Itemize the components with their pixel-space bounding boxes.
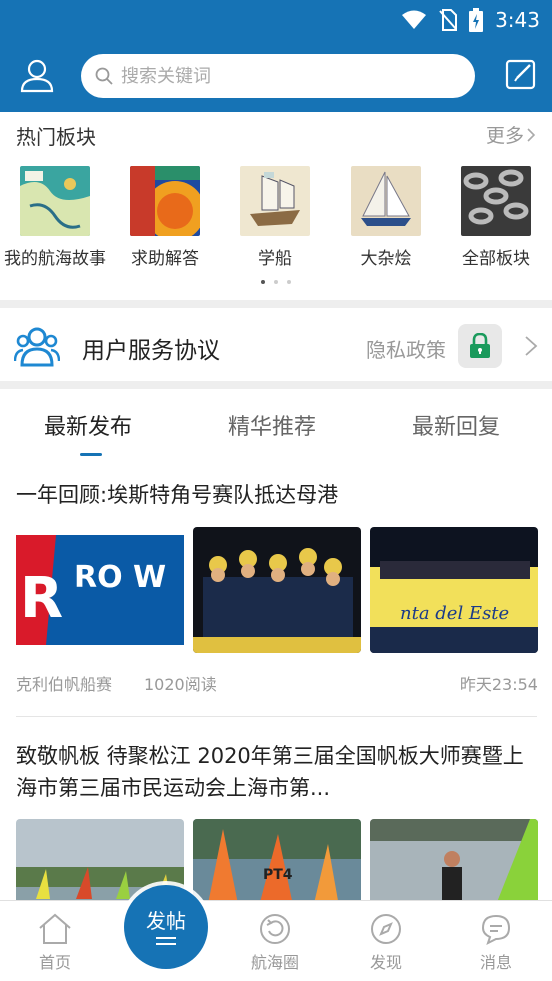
image-text: PT4	[263, 867, 293, 883]
status-time: 3:43	[495, 8, 540, 32]
user-profile-icon[interactable]	[19, 57, 55, 93]
search-input[interactable]	[121, 65, 421, 87]
post-image[interactable]: nta del Este	[370, 527, 538, 653]
tab-latest-replies[interactable]: 最新回复	[412, 409, 500, 441]
board-help-answers[interactable]: 求助解答	[110, 166, 220, 269]
svg-text:R: R	[20, 566, 63, 631]
board-learn-boat[interactable]: 学船	[220, 166, 330, 269]
board-thumbnail-map	[20, 166, 90, 236]
hot-boards-header: 热门板块 更多	[0, 112, 552, 156]
board-my-sailing-story[interactable]: 我的航海故事	[0, 166, 110, 269]
board-label: 学船	[258, 249, 292, 269]
edit-icon[interactable]	[505, 58, 537, 90]
post-title[interactable]: 一年回顾:埃斯特角号赛队抵达母港	[16, 479, 541, 511]
menu-lines-icon	[156, 937, 176, 949]
board-thumbnail-painting	[130, 166, 200, 236]
nav-circle-label: 航海圈	[250, 953, 299, 972]
board-thumbnail-sailboat	[351, 166, 421, 236]
page-dot	[287, 280, 291, 284]
active-tab-indicator	[80, 453, 102, 456]
post-image[interactable]: RO W R	[16, 527, 184, 653]
more-label: 更多	[485, 125, 524, 147]
new-post-button[interactable]: 发帖	[124, 885, 208, 969]
board-label: 求助解答	[131, 249, 199, 269]
board-all[interactable]: 全部板块	[441, 166, 551, 269]
section-divider	[0, 300, 552, 308]
refresh-circle-icon	[260, 914, 290, 944]
image-text: RO W	[74, 560, 166, 595]
search-box[interactable]	[81, 54, 475, 98]
wifi-icon	[402, 10, 427, 29]
more-link[interactable]: 更多	[486, 121, 536, 148]
chat-bubble-icon	[481, 914, 511, 945]
home-icon	[39, 913, 71, 944]
tab-featured[interactable]: 精华推荐	[228, 409, 316, 441]
board-label: 我的航海故事	[4, 249, 106, 269]
page-dot	[274, 280, 278, 284]
top-header: 3:43	[0, 0, 552, 112]
post-time: 昨天23:54	[459, 675, 538, 694]
lock-icon	[458, 324, 502, 368]
status-bar: 3:43	[401, 6, 540, 34]
bottom-navigation: 首页 航海圈 发现 消息	[0, 900, 552, 981]
nav-home[interactable]: 首页	[20, 913, 90, 973]
post-read-count: 1020阅读	[144, 675, 217, 694]
tab-latest[interactable]: 最新发布	[44, 409, 132, 441]
nav-messages-label: 消息	[479, 953, 512, 972]
page-dot-active	[261, 280, 265, 284]
nav-home-label: 首页	[38, 953, 71, 972]
no-sim-icon	[439, 9, 458, 31]
agreement-row[interactable]: 用户服务协议 隐私政策	[0, 309, 552, 383]
nav-discover-label: 发现	[369, 953, 402, 972]
app-screen: 3:43 热门板块 更多	[0, 0, 552, 981]
users-icon	[14, 327, 60, 367]
feed-tabs: 最新发布 精华推荐 最新回复	[0, 389, 552, 457]
battery-charging-icon	[469, 8, 484, 32]
post-image[interactable]	[193, 527, 361, 653]
board-miscellany[interactable]: 大杂烩	[331, 166, 441, 269]
board-label: 全部板块	[462, 249, 530, 269]
privacy-policy-link[interactable]: 隐私政策	[366, 334, 446, 363]
search-header	[0, 52, 552, 100]
carousel-page-indicator	[0, 280, 552, 284]
board-thumbnail-ship	[240, 166, 310, 236]
post-separator	[16, 716, 537, 717]
nav-circle[interactable]: 航海圈	[240, 913, 310, 973]
image-text: nta del Este	[400, 603, 509, 624]
post-meta: 克利伯帆船赛 1020阅读 昨天23:54	[16, 671, 538, 695]
nav-discover[interactable]: 发现	[351, 913, 421, 973]
compass-icon	[371, 914, 401, 944]
board-carousel: 我的航海故事 求助解答 学船 大杂烩 全部板块	[0, 166, 552, 276]
board-thumbnail-chains	[461, 166, 531, 236]
post-source: 克利伯帆船赛	[16, 675, 113, 694]
post-images: RO W R nta del Este	[16, 527, 538, 653]
section-divider	[0, 381, 552, 389]
chevron-right-icon	[525, 336, 538, 356]
board-label: 大杂烩	[360, 249, 412, 269]
user-agreement-link[interactable]: 用户服务协议	[82, 331, 220, 365]
post-title[interactable]: 致敬帆板 待聚松江 2020年第三届全国帆板大师赛暨上海市第三届市民运动会上海市…	[16, 740, 541, 804]
search-icon	[95, 67, 113, 85]
new-post-label: 发帖	[146, 909, 186, 933]
chevron-right-icon	[527, 127, 536, 142]
hot-boards-title: 热门板块	[16, 125, 96, 149]
nav-messages[interactable]: 消息	[461, 913, 531, 973]
